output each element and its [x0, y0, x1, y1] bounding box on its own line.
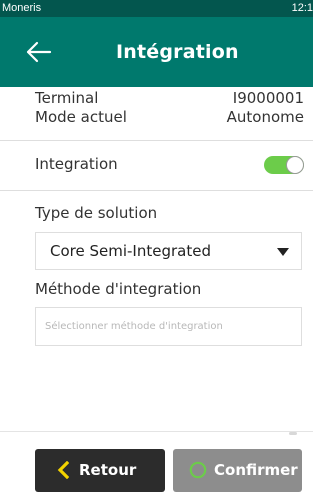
chevron-left-icon [57, 461, 69, 479]
toggle-knob [286, 156, 304, 174]
confirm-button[interactable]: Confirmer [173, 449, 302, 492]
terminal-value: I9000001 [232, 89, 304, 107]
status-time: 12:1 [291, 2, 313, 14]
solution-type-value: Core Semi-Integrated [50, 242, 211, 260]
terminal-label: Terminal [35, 89, 99, 107]
integration-label: Integration [35, 155, 118, 173]
caret-down-icon [277, 248, 289, 256]
terminal-row: Terminal I9000001 [35, 89, 304, 109]
integration-toggle[interactable] [264, 156, 304, 174]
solution-type-select[interactable]: Core Semi-Integrated [35, 232, 302, 270]
solution-type-label: Type de solution [35, 204, 158, 222]
confirm-button-label: Confirmer [214, 461, 298, 479]
back-button[interactable]: Retour [35, 449, 165, 492]
mode-label: Mode actuel [35, 108, 127, 126]
header: Intégration [0, 17, 313, 87]
page-title: Intégration [116, 41, 239, 63]
integration-method-input[interactable] [35, 307, 302, 346]
terminal-info: Terminal I9000001 Mode actuel Autonome [0, 87, 313, 141]
footer: Retour Confirmer [0, 431, 313, 502]
back-arrow-icon[interactable] [26, 41, 52, 63]
back-button-label: Retour [79, 461, 137, 479]
mode-row: Mode actuel Autonome [35, 108, 304, 128]
integration-method-label: Méthode d'integration [35, 280, 202, 298]
status-app-name: Moneris [2, 2, 42, 14]
integration-row: Integration [0, 141, 313, 191]
status-bar: Moneris 12:1 [0, 0, 313, 17]
mode-value: Autonome [226, 108, 304, 126]
circle-icon [189, 461, 207, 479]
